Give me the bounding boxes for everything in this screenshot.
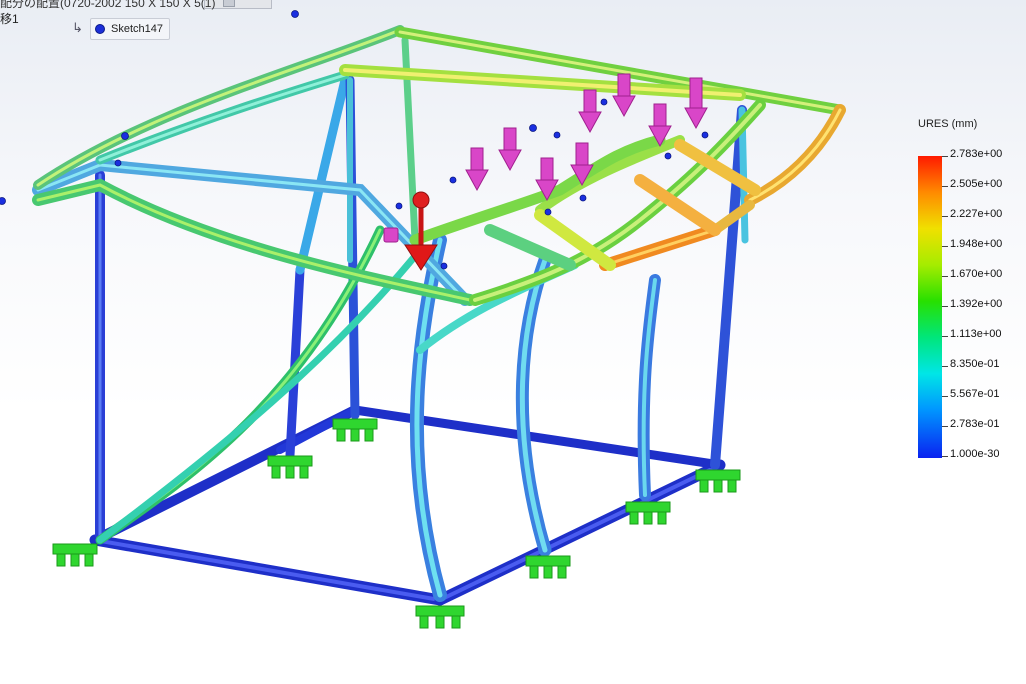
fea-model-view[interactable] [0, 0, 1026, 684]
legend-title: URES (mm) [918, 118, 978, 130]
legend-tick [942, 396, 948, 397]
legend-label: 2.227e+00 [950, 208, 1003, 220]
legend-label: 2.783e-01 [950, 418, 1000, 430]
legend-tick [942, 276, 948, 277]
legend-tick [942, 456, 948, 457]
legend-tick [942, 366, 948, 367]
legend-label: 8.350e-01 [950, 358, 1000, 370]
legend-label: 1.113e+00 [950, 328, 1002, 340]
legend-tick [942, 216, 948, 217]
legend-tick [942, 426, 948, 427]
legend-label: 1.670e+00 [950, 268, 1003, 280]
legend-tick [942, 156, 948, 157]
legend-tick [942, 246, 948, 247]
diagonal-braces [95, 225, 579, 545]
legend-label: 5.567e-01 [950, 388, 1000, 400]
legend-tick [942, 336, 948, 337]
legend-label: 1.000e-30 [950, 448, 1000, 460]
legend-tick [942, 186, 948, 187]
legend-label: 1.948e+00 [950, 238, 1003, 250]
legend-label: 2.783e+00 [950, 148, 1003, 160]
legend-label: 1.392e+00 [950, 298, 1003, 310]
legend-label: 2.505e+00 [950, 178, 1003, 190]
legend-tick [942, 306, 948, 307]
legend-color-bar [918, 156, 942, 458]
